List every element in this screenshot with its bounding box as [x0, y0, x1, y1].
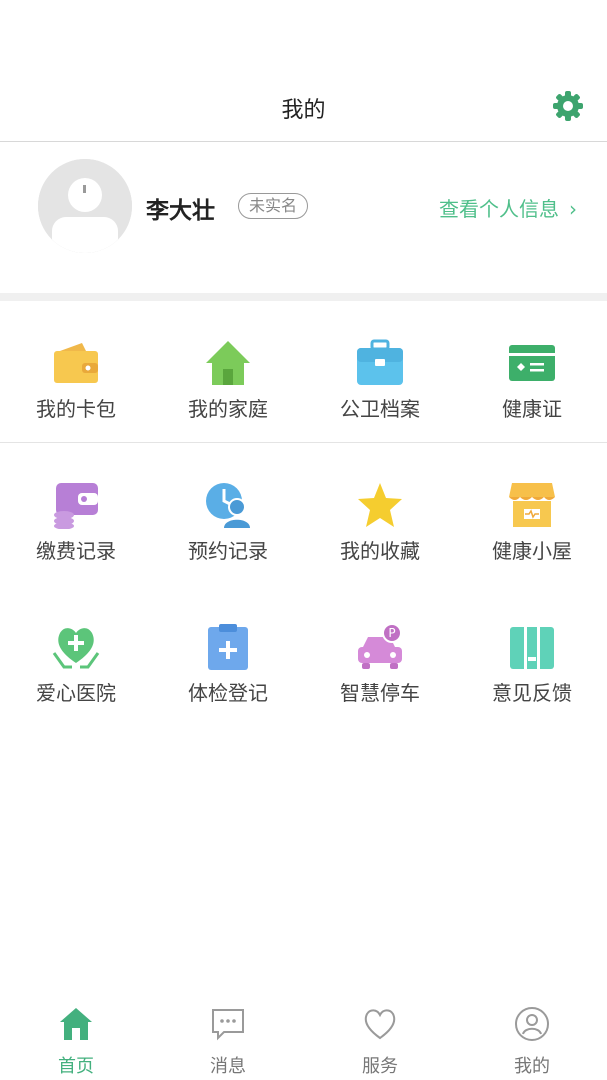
grid-item-label: 体检登记 — [188, 681, 268, 705]
clipboard-icon — [208, 624, 248, 670]
payment-icon — [54, 483, 98, 529]
function-grid-row: 爱心医院 体检登记 P 智慧停车 意见反馈 — [0, 585, 607, 725]
view-profile-label: 查看个人信息 — [439, 197, 559, 221]
grid-item-label: 我的卡包 — [36, 397, 116, 421]
grid-item-checkup-register[interactable]: 体检登记 — [152, 585, 304, 725]
tab-label: 服务 — [362, 1056, 398, 1077]
avatar[interactable] — [38, 159, 132, 253]
tab-label: 消息 — [210, 1056, 246, 1077]
heart-hospital-icon — [52, 628, 100, 669]
tab-home[interactable]: 首页 — [0, 990, 152, 1080]
top-bar: 我的 — [0, 72, 607, 142]
grid-item-family[interactable]: 我的家庭 — [152, 301, 304, 441]
heart-icon — [364, 1009, 396, 1040]
svg-text:P: P — [388, 626, 395, 640]
bottom-tab-bar: 首页 消息 服务 我的 — [0, 990, 607, 1080]
grid-item-label: 我的家庭 — [188, 397, 268, 421]
grid-item-label: 爱心医院 — [36, 681, 116, 705]
grid-item-card-wallet[interactable]: 我的卡包 — [0, 301, 152, 441]
feedback-icon — [510, 627, 554, 669]
grid-item-label: 健康小屋 — [492, 539, 572, 563]
star-icon — [358, 483, 402, 527]
tab-label: 首页 — [58, 1056, 94, 1077]
grid-item-label: 健康证 — [502, 397, 562, 421]
grid-item-label: 智慧停车 — [340, 681, 420, 705]
chevron-right-icon: › — [569, 197, 577, 221]
grid-item-label: 意见反馈 — [492, 681, 572, 705]
gear-icon — [553, 91, 583, 121]
grid-item-health-hut[interactable]: 健康小屋 — [456, 443, 607, 583]
profile-page: 我的 李大壮 未实名 查看个人信息 › 我的卡包 我的家庭 公卫档案 健康证 缴… — [0, 0, 607, 1080]
function-grid-row: 缴费记录 预约记录 我的收藏 健康小屋 — [0, 443, 607, 583]
grid-item-health-archive[interactable]: 公卫档案 — [304, 301, 456, 441]
grid-item-payment-records[interactable]: 缴费记录 — [0, 443, 152, 583]
tab-label: 我的 — [514, 1056, 550, 1077]
grid-item-label: 公卫档案 — [340, 397, 420, 421]
tab-mine[interactable]: 我的 — [456, 990, 607, 1080]
grid-item-label: 缴费记录 — [36, 539, 116, 563]
grid-item-label: 我的收藏 — [340, 539, 420, 563]
briefcase-icon — [357, 339, 403, 385]
page-title: 我的 — [281, 98, 326, 123]
function-grid-row: 我的卡包 我的家庭 公卫档案 健康证 — [0, 301, 607, 443]
settings-button[interactable] — [551, 89, 585, 123]
tab-messages[interactable]: 消息 — [152, 990, 304, 1080]
store-icon — [509, 483, 555, 527]
grid-item-appointment-records[interactable]: 预约记录 — [152, 443, 304, 583]
parking-car-icon: P — [358, 623, 402, 669]
verify-status-badge: 未实名 — [238, 193, 309, 219]
user-icon — [515, 1007, 549, 1041]
grid-item-favorites[interactable]: 我的收藏 — [304, 443, 456, 583]
message-icon — [212, 1009, 244, 1041]
home-icon — [60, 1008, 92, 1040]
card-icon — [509, 345, 555, 381]
grid-item-smart-parking[interactable]: P 智慧停车 — [304, 585, 456, 725]
profile-card: 李大壮 未实名 查看个人信息 › — [0, 143, 607, 293]
user-name: 李大壮 — [146, 198, 215, 224]
home-icon — [206, 341, 250, 385]
default-avatar-icon — [38, 159, 132, 253]
section-divider — [0, 293, 607, 301]
appointment-icon — [206, 483, 250, 528]
grid-item-label: 预约记录 — [188, 539, 268, 563]
tab-services[interactable]: 服务 — [304, 990, 456, 1080]
grid-item-feedback[interactable]: 意见反馈 — [456, 585, 607, 725]
wallet-icon — [54, 343, 98, 383]
grid-item-health-cert[interactable]: 健康证 — [456, 301, 607, 441]
grid-item-charity-hospital[interactable]: 爱心医院 — [0, 585, 152, 725]
view-profile-link[interactable]: 查看个人信息 › — [439, 193, 577, 222]
